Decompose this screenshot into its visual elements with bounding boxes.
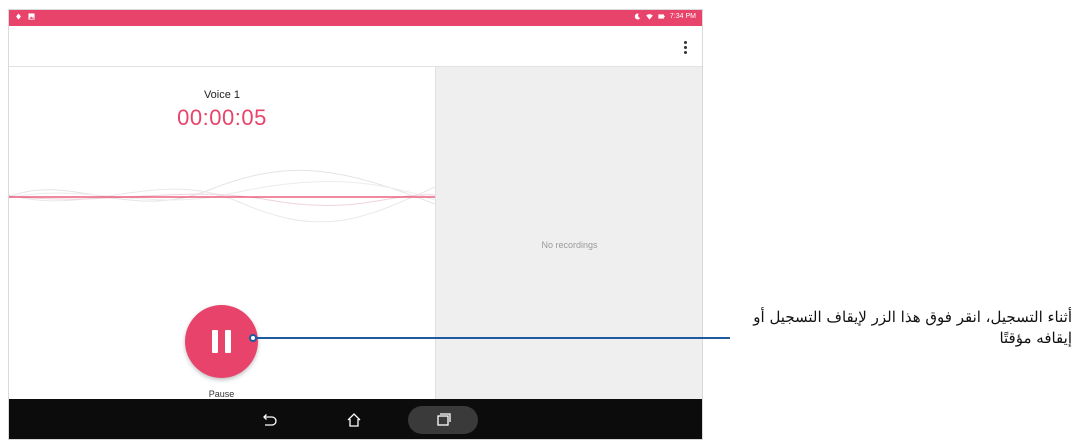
callout-line — [249, 334, 730, 342]
callout-text: أثناء التسجيل، انقر فوق هذا الزر لإيقاف … — [753, 308, 1072, 347]
